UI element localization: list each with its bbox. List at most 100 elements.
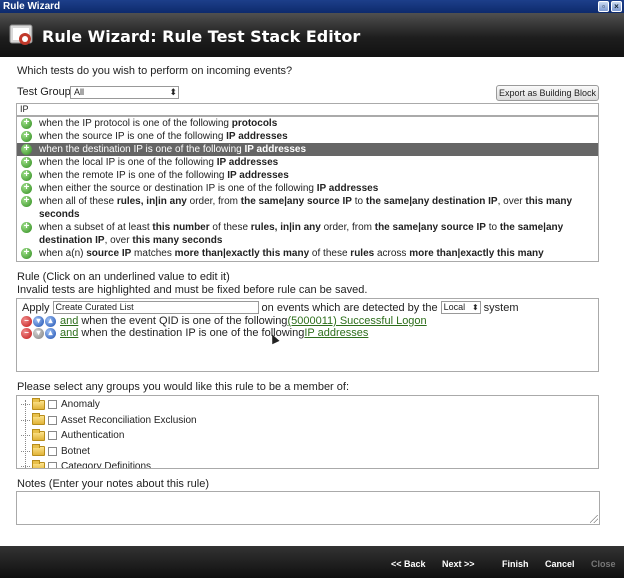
test-text: when the local IP is one of the followin…	[39, 157, 217, 168]
condition-and-toggle[interactable]: and	[60, 327, 78, 339]
next-button[interactable]: Next >>	[442, 559, 475, 569]
group-label: Anomaly	[61, 399, 100, 410]
test-group-select[interactable]: All ⬍	[70, 86, 179, 99]
test-text: matches	[131, 248, 175, 259]
test-text: the same|any destination IP	[365, 196, 498, 207]
test-group-label: Test Group	[17, 86, 71, 98]
test-text: when the remote IP is one of the followi…	[39, 170, 228, 181]
test-row[interactable]: + when the local IP is one of the followi…	[17, 156, 598, 169]
notes-textarea[interactable]	[16, 491, 600, 525]
move-up-icon[interactable]: ▴	[45, 327, 56, 339]
remove-condition-icon[interactable]: −	[21, 327, 32, 339]
test-row[interactable]: + when the destination IP is one of the f…	[17, 143, 598, 156]
test-text: when a subset of at least	[39, 222, 153, 233]
group-checkbox[interactable]	[48, 462, 57, 468]
tests-list: + when the IP protocol is one of the foll…	[16, 116, 599, 262]
test-text: this many seconds	[132, 235, 223, 246]
chevron-updown-icon: ⬍	[471, 303, 479, 312]
test-text: , over	[104, 235, 133, 246]
test-text: across	[374, 248, 410, 259]
system-select[interactable]: Local ⬍	[440, 301, 481, 314]
move-down-icon[interactable]: ▾	[33, 327, 44, 339]
groups-section-title: Please select any groups you would like …	[17, 381, 350, 393]
page-title: Rule Wizard: Rule Test Stack Editor	[42, 27, 361, 46]
test-filter-value: IP	[20, 104, 29, 114]
group-checkbox[interactable]	[48, 415, 57, 425]
test-text: when all of these	[39, 196, 117, 207]
folder-icon	[32, 413, 45, 425]
add-test-icon[interactable]: +	[21, 222, 32, 233]
folder-icon	[32, 444, 45, 456]
test-text: to	[485, 222, 500, 233]
add-test-icon[interactable]: +	[21, 131, 32, 142]
test-row[interactable]: + when a(n) source IP matches more than|e…	[17, 247, 598, 261]
test-group-value: All	[74, 87, 85, 97]
group-checkbox[interactable]	[48, 400, 57, 409]
test-text: protocols	[231, 118, 278, 129]
group-label: Asset Reconciliation Exclusion	[61, 414, 197, 426]
group-checkbox[interactable]	[48, 431, 57, 440]
resize-grip-icon[interactable]	[590, 515, 598, 523]
test-text: rules	[350, 248, 375, 259]
rule-section-title: Rule (Click on an underlined value to ed…	[17, 271, 230, 283]
group-label: Authentication	[61, 430, 125, 441]
test-text: source IP	[86, 248, 132, 259]
test-text: IP addresses	[226, 131, 288, 142]
tree-connector	[21, 435, 30, 436]
system-value: Local	[443, 302, 466, 312]
chevron-updown-icon: ⬍	[169, 87, 177, 97]
test-filter-input[interactable]: IP	[16, 103, 599, 116]
test-row[interactable]: + when the remote IP is one of the follow…	[17, 169, 598, 182]
rule-wizard-icon	[9, 24, 33, 45]
add-test-icon[interactable]: +	[21, 157, 32, 168]
rule-name-input[interactable]: Create Curated List	[52, 301, 259, 314]
test-row[interactable]: + when the source IP is one of the follow…	[17, 130, 598, 143]
add-test-icon[interactable]: +	[21, 118, 32, 129]
rule-condition: − ▾ ▴ and when the event QID is one of t…	[21, 315, 427, 327]
group-checkbox[interactable]	[48, 446, 57, 456]
test-text: the same|any source IP	[240, 196, 352, 207]
add-test-icon[interactable]: +	[21, 183, 32, 194]
test-text: more than|exactly this many	[174, 248, 310, 259]
window-controls: ▫ ×	[598, 1, 622, 12]
group-item: Category Definitions	[21, 459, 152, 469]
test-text: to	[351, 196, 366, 207]
cancel-button[interactable]: Cancel	[545, 559, 575, 569]
test-row[interactable]: + when either the source or destination I…	[17, 182, 598, 195]
group-item: Authentication	[21, 428, 124, 443]
test-row[interactable]: + when a subset of at least this number o…	[17, 221, 598, 247]
close-button[interactable]: Close	[591, 559, 616, 569]
test-row[interactable]: + when the IP protocol is one of the foll…	[17, 117, 598, 130]
test-text: order, from	[320, 222, 375, 233]
window-title: Rule Wizard	[3, 1, 61, 12]
test-text: , over	[497, 196, 526, 207]
test-text: when the destination IP is one of the fo…	[39, 144, 245, 155]
group-label: Botnet	[61, 445, 90, 457]
move-up-icon[interactable]: ▴	[45, 315, 56, 327]
folder-icon	[32, 459, 45, 468]
condition-and-toggle[interactable]: and	[60, 315, 78, 327]
add-test-icon[interactable]: +	[21, 196, 32, 207]
condition-value-link[interactable]: (5000011) Successful Logon	[287, 315, 426, 327]
add-test-icon[interactable]: +	[21, 144, 32, 155]
test-row[interactable]: + when all of these rules, in|in any orde…	[17, 195, 598, 221]
move-down-icon[interactable]: ▾	[33, 315, 44, 327]
test-text: when either the source or destination IP…	[39, 183, 317, 194]
add-test-icon[interactable]: +	[21, 170, 32, 181]
rule-warning: Invalid tests are highlighted and must b…	[17, 284, 368, 296]
tree-connector	[21, 450, 30, 452]
restore-icon[interactable]: ▫	[598, 1, 609, 12]
export-building-block-button[interactable]: Export as Building Block	[496, 85, 599, 101]
test-text: IP addresses	[227, 170, 289, 181]
close-icon[interactable]: ×	[611, 1, 622, 12]
condition-value-link[interactable]: IP addresses	[304, 327, 368, 339]
remove-condition-icon[interactable]: −	[21, 315, 32, 327]
apply-label: Apply	[22, 301, 50, 314]
back-button[interactable]: << Back	[391, 559, 426, 569]
tree-connector	[21, 419, 30, 421]
test-text: this number	[152, 222, 210, 233]
finish-button[interactable]: Finish	[502, 559, 529, 569]
add-test-icon[interactable]: +	[21, 248, 32, 259]
group-item: Anomaly	[21, 397, 100, 412]
group-label: Category Definitions	[61, 461, 152, 469]
